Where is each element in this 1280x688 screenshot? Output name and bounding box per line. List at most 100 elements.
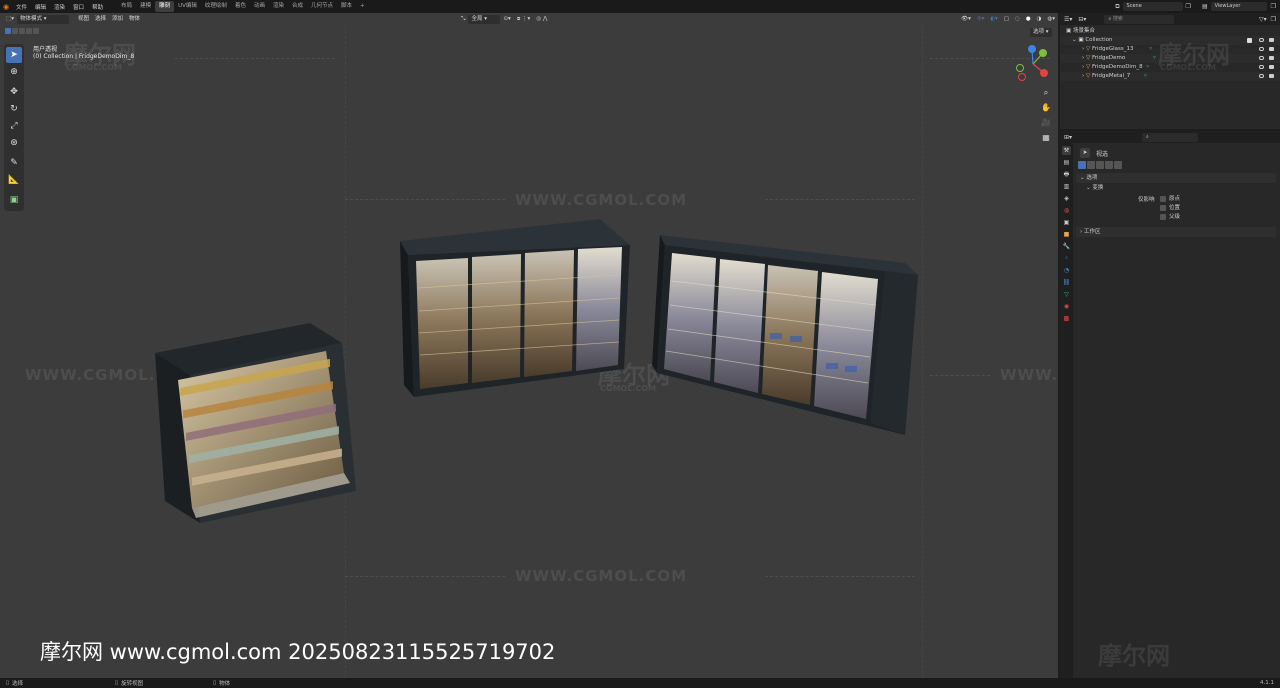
- tree-row-object[interactable]: › ▽ FridgeMetal_7 ▿: [1060, 72, 1280, 81]
- tab-modeling[interactable]: 建模: [136, 1, 155, 12]
- modifier-tab-icon[interactable]: 🔧: [1062, 242, 1071, 251]
- mouse-middle-icon: ▯: [115, 680, 119, 686]
- expand-arrow-icon[interactable]: ⌄: [1072, 37, 1077, 43]
- search-icon: ⌕: [1146, 133, 1149, 140]
- expand-arrow-icon[interactable]: ›: [1082, 55, 1084, 61]
- menu-edit[interactable]: 编辑: [31, 3, 50, 11]
- affect-origins-label: 原点: [1169, 196, 1181, 202]
- mesh-object-icon: ▽: [1085, 55, 1091, 61]
- section-transform-label: 变换: [1092, 185, 1104, 191]
- outliner-editor-icon[interactable]: ☰▾: [1064, 16, 1072, 23]
- status-object-label: 物体: [219, 681, 231, 687]
- mesh-data-icon: ▿: [1146, 64, 1150, 70]
- tool-tab-icon[interactable]: ⚒: [1062, 146, 1071, 155]
- tab-sculpting[interactable]: 雕刻: [155, 1, 175, 12]
- constraints-tab-icon[interactable]: ⛓: [1062, 278, 1071, 287]
- new-collection-icon[interactable]: ❐: [1271, 16, 1276, 23]
- view-layer-tab-icon[interactable]: ▥: [1062, 182, 1071, 191]
- visibility-eye-icon[interactable]: [1259, 65, 1264, 69]
- physics-tab-icon[interactable]: ◔: [1062, 266, 1071, 275]
- affect-parents-checkbox[interactable]: 父级: [1160, 213, 1180, 222]
- tab-animation[interactable]: 动画: [250, 1, 269, 12]
- status-select-label: 选择: [12, 681, 24, 687]
- material-tab-icon[interactable]: ◉: [1062, 302, 1071, 311]
- properties-content: ➤ 视选 ⌄ 选项 ⌄ 变换 仅影响 原点 位置 父级 › 工作区: [1076, 147, 1276, 237]
- collection-label: Collection: [1085, 37, 1113, 43]
- render-camera-icon[interactable]: [1269, 47, 1274, 51]
- scene-selector[interactable]: Scene: [1122, 2, 1183, 11]
- outliner-search-placeholder: 搜索: [1112, 15, 1123, 22]
- object-tab-icon[interactable]: ■: [1062, 230, 1071, 239]
- expand-arrow-icon[interactable]: ›: [1082, 73, 1084, 79]
- collection-tab-icon[interactable]: ▣: [1062, 218, 1071, 227]
- outliner-search-input[interactable]: ⌕ 搜索: [1104, 14, 1175, 24]
- mode-intersect-icon[interactable]: [1114, 161, 1122, 169]
- select-tool-icon: ➤: [1080, 148, 1090, 158]
- visibility-eye-icon[interactable]: [1259, 74, 1264, 78]
- render-tab-icon[interactable]: ▤: [1062, 158, 1071, 167]
- properties-search-input[interactable]: ⌕: [1142, 132, 1199, 142]
- view-layer-selector[interactable]: ViewLayer: [1210, 2, 1267, 11]
- affect-origins-checkbox[interactable]: 原点: [1160, 195, 1180, 204]
- section-options[interactable]: ⌄ 选项: [1076, 173, 1276, 183]
- section-workspace[interactable]: › 工作区: [1076, 227, 1276, 237]
- expand-arrow-icon[interactable]: ›: [1082, 46, 1084, 52]
- object-label: FridgeGlass_13: [1091, 46, 1134, 52]
- new-view-layer-icon[interactable]: ❐: [1271, 3, 1276, 10]
- menu-render[interactable]: 渲染: [50, 3, 69, 11]
- fridge-four-door-model[interactable]: [400, 219, 630, 397]
- menu-help[interactable]: 帮助: [88, 3, 107, 11]
- fridge-open-model[interactable]: [155, 323, 356, 523]
- scene-tab-icon[interactable]: ◈: [1062, 194, 1071, 203]
- visibility-eye-icon[interactable]: [1259, 56, 1264, 60]
- properties-tabs: ⚒ ▤ 🖶 ▥ ◈ ◍ ▣ ■ 🔧 ⁘ ◔ ⛓ ▽ ◉ ▩: [1060, 143, 1073, 678]
- properties-editor-icon[interactable]: ⊞▾: [1064, 134, 1072, 141]
- 3d-viewport[interactable]: ⬚▾ 物体模式 ▾ 视图 选择 添加 物体 ⤡ 全局 ▾ ⊙▾ ⧈ ⋮▾ ◎ ⋀…: [0, 13, 1058, 678]
- add-workspace-button[interactable]: +: [356, 1, 369, 12]
- mode-subtract-icon[interactable]: [1096, 161, 1104, 169]
- tab-scripting[interactable]: 脚本: [337, 1, 356, 12]
- render-camera-icon[interactable]: [1269, 65, 1274, 69]
- filter-icon[interactable]: ▽▾: [1259, 16, 1267, 23]
- collection-checkbox[interactable]: [1247, 38, 1252, 43]
- tab-layout[interactable]: 布局: [117, 1, 136, 12]
- mesh-object-icon: ▽: [1085, 73, 1091, 79]
- mode-set-icon[interactable]: [1078, 161, 1086, 169]
- data-tab-icon[interactable]: ▽: [1062, 290, 1071, 299]
- render-camera-icon[interactable]: [1269, 74, 1274, 78]
- section-transform[interactable]: ⌄ 变换: [1076, 183, 1276, 193]
- mouse-left-icon: ▯: [6, 680, 10, 686]
- mode-extend-icon[interactable]: [1087, 161, 1095, 169]
- output-tab-icon[interactable]: 🖶: [1062, 170, 1071, 179]
- checkbox-icon: [1160, 213, 1166, 220]
- visibility-eye-icon[interactable]: [1259, 47, 1264, 51]
- properties-header: ⊞▾ ⌕: [1060, 131, 1280, 143]
- top-menu-bar: ◉ 文件 编辑 渲染 窗口 帮助 布局 建模 雕刻 UV编辑 纹理绘制 着色 动…: [0, 0, 1280, 13]
- scene-render[interactable]: [0, 13, 1058, 678]
- particles-tab-icon[interactable]: ⁘: [1062, 254, 1071, 263]
- render-camera-icon[interactable]: [1269, 56, 1274, 60]
- menu-window[interactable]: 窗口: [69, 3, 88, 11]
- tab-compositing[interactable]: 合成: [288, 1, 307, 12]
- menu-file[interactable]: 文件: [12, 3, 31, 11]
- affect-locations-checkbox[interactable]: 位置: [1160, 204, 1180, 213]
- tab-rendering[interactable]: 渲染: [269, 1, 288, 12]
- texture-tab-icon[interactable]: ▩: [1062, 314, 1071, 323]
- watermark-brand-props-text: 摩尔网: [1098, 642, 1170, 670]
- mode-invert-icon[interactable]: [1105, 161, 1113, 169]
- tab-uv-editing[interactable]: UV编辑: [174, 1, 201, 12]
- section-workspace-label: 工作区: [1083, 229, 1101, 235]
- fridge-right-model[interactable]: [652, 235, 918, 435]
- object-label: FridgeDemo: [1091, 55, 1126, 61]
- tab-shading[interactable]: 着色: [231, 1, 250, 12]
- tab-geometry-nodes[interactable]: 几何节点: [307, 1, 337, 12]
- world-tab-icon[interactable]: ◍: [1062, 206, 1071, 215]
- visibility-eye-icon[interactable]: [1259, 38, 1264, 42]
- render-camera-icon[interactable]: [1269, 38, 1274, 42]
- scene-icon: ⧉: [1115, 2, 1120, 10]
- expand-arrow-icon[interactable]: ›: [1082, 64, 1084, 70]
- blender-logo-icon[interactable]: ◉: [0, 1, 12, 12]
- tab-texture-paint[interactable]: 纹理绘制: [201, 1, 231, 12]
- new-scene-icon[interactable]: ❐: [1186, 3, 1191, 10]
- outliner-filter-mode-icon[interactable]: ⊟▾: [1078, 16, 1086, 23]
